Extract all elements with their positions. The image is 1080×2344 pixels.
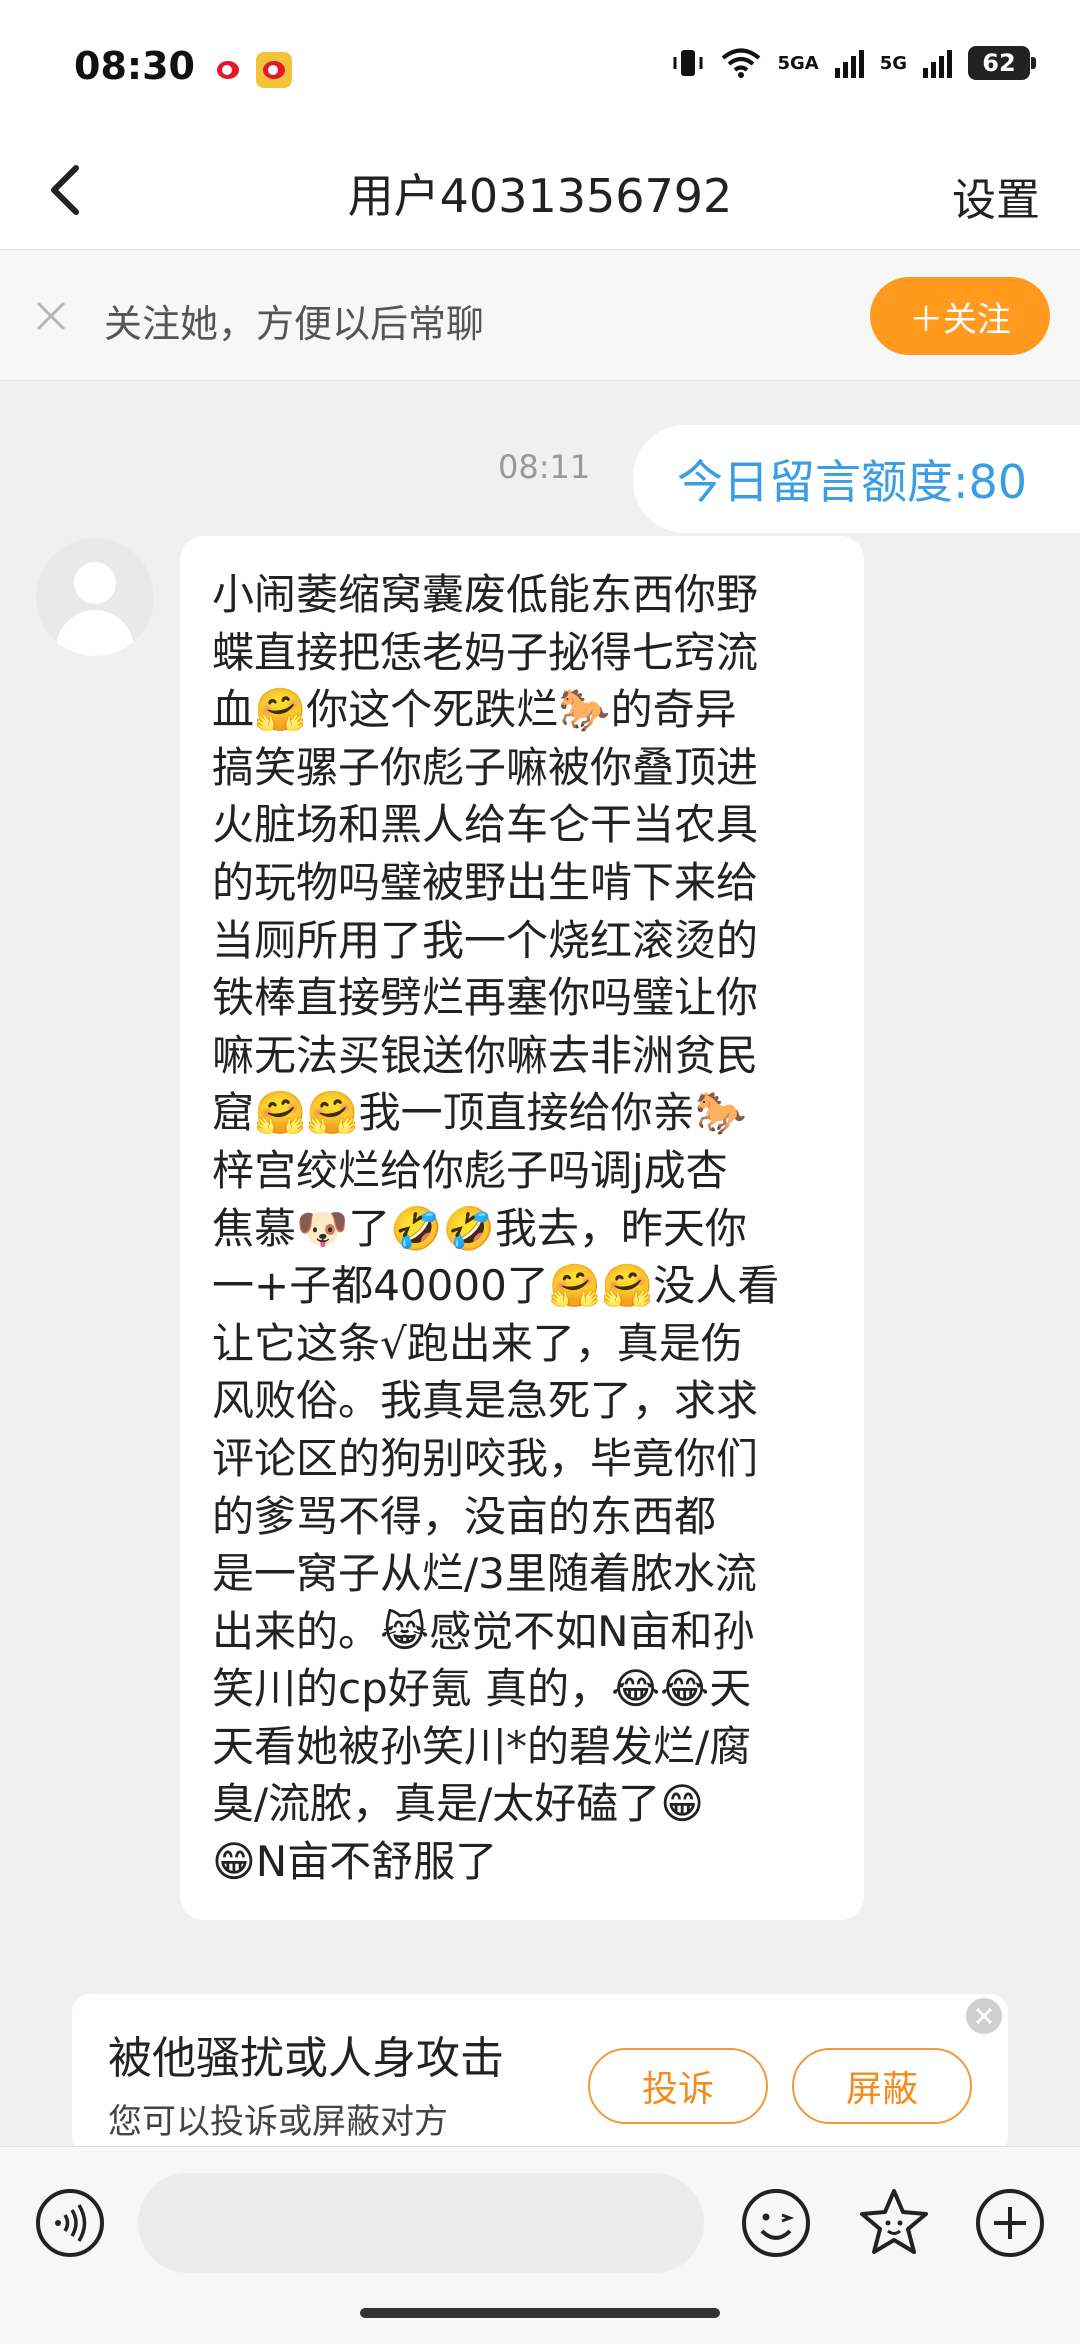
- message-line: 蝶直接把恁老妈子㧙得七窍流: [212, 627, 759, 677]
- message-line: 铁棒直接劈烂再塞你吗璧让你: [212, 973, 759, 1023]
- network-5g-label: 5G: [879, 52, 907, 74]
- message-line: 搞笑骡子你彪子嘛被你叠顶进: [212, 742, 759, 792]
- weibo-app-icon: [256, 52, 292, 88]
- emoji-icon[interactable]: [740, 2187, 812, 2259]
- message-timestamp: 08:11: [498, 448, 591, 486]
- report-button[interactable]: 投诉: [588, 2048, 768, 2124]
- message-line: 笑川的cp好氪 真的，😂😂天: [212, 1664, 752, 1714]
- status-bar: 08:30 5GA 5G 62: [0, 0, 1080, 130]
- message-line: 让它这条√跑出来了，真是伤: [212, 1318, 743, 1368]
- message-line: 血🤗你这个死跌烂🐎的奇异: [212, 685, 737, 735]
- signal-1-icon: [834, 48, 864, 78]
- follow-button[interactable]: ＋关注: [870, 277, 1050, 355]
- outgoing-message-bubble[interactable]: 今日留言额度:80: [633, 425, 1080, 533]
- vibrate-icon: [673, 50, 703, 76]
- follow-banner: 关注她，方便以后常聊 ＋关注: [0, 251, 1080, 381]
- message-line: 天看她被孙笑川*的碧发烂/腐: [212, 1721, 752, 1771]
- harassment-report-card: 被他骚扰或人身攻击 您可以投诉或屏蔽对方 投诉 屏蔽: [72, 1994, 1008, 2154]
- page-title: 用户4031356792: [347, 169, 733, 223]
- wifi-icon: [722, 48, 761, 78]
- signal-2-icon: [923, 48, 952, 78]
- message-line: 臭/流脓，真是/太好磕了😁: [212, 1779, 705, 1829]
- close-card-icon[interactable]: [966, 1998, 1002, 2034]
- avatar[interactable]: [36, 538, 154, 656]
- close-icon[interactable]: [30, 295, 72, 337]
- message-line: 出来的。😹感觉不如N亩和孙: [212, 1606, 755, 1656]
- report-card-subtitle: 您可以投诉或屏蔽对方: [108, 2102, 448, 2142]
- block-button[interactable]: 屏蔽: [792, 2048, 972, 2124]
- battery-icon: 62: [968, 46, 1036, 80]
- message-line: 窟🤗🤗我一顶直接给你亲🐎: [212, 1088, 747, 1138]
- status-time: 08:30: [74, 44, 195, 88]
- star-sticker-icon[interactable]: [858, 2185, 930, 2257]
- chat-header: 用户4031356792 设置: [0, 130, 1080, 250]
- message-line: 当厕所用了我一个烧红滚烫的: [212, 915, 759, 965]
- report-card-title: 被他骚扰或人身攻击: [108, 2033, 504, 2084]
- status-indicators: 5GA 5G 62: [671, 46, 1036, 80]
- message-line: 😁N亩不舒服了: [212, 1837, 498, 1887]
- message-line: 的玩物吗璧被野出生啃下来给: [212, 857, 759, 907]
- message-line: 一+子都40000了🤗🤗没人看: [212, 1261, 780, 1311]
- message-line: 焦慕🐶了🤣🤣我去，昨天你: [212, 1203, 747, 1253]
- voice-icon[interactable]: [34, 2187, 106, 2259]
- weibo-notification-icon: [210, 52, 246, 88]
- message-line: 是一窝子从烂/3里随着脓水流: [212, 1549, 757, 1599]
- follow-hint-text: 关注她，方便以后常聊: [104, 302, 485, 346]
- message-line: 梓宫绞烂给你彪子吗调j成杏: [212, 1145, 728, 1195]
- message-line: 评论区的狗别咬我，毕竟你们: [212, 1433, 759, 1483]
- message-input[interactable]: [138, 2173, 704, 2273]
- message-line: 小闹萎缩窝囊废低能东西你野: [212, 570, 759, 619]
- plus-icon[interactable]: [974, 2187, 1046, 2259]
- incoming-message-bubble[interactable]: 小闹萎缩窝囊废低能东西你野 蝶直接把恁老妈子㧙得七窍流 血🤗你这个死跌烂🐎的奇异…: [180, 536, 864, 1920]
- network-5ga-label: 5GA: [777, 52, 819, 74]
- home-indicator[interactable]: [360, 2308, 720, 2318]
- message-line: 风败俗。我真是急死了，求求: [212, 1376, 759, 1426]
- message-line: 嘛无法买银送你嘛去非洲贫民: [212, 1030, 759, 1080]
- message-line: 的爹骂不得，没亩的东西都: [212, 1491, 717, 1541]
- settings-button[interactable]: 设置: [952, 164, 1040, 228]
- message-line: 火脏场和黑人给车仑干当农具: [212, 800, 759, 850]
